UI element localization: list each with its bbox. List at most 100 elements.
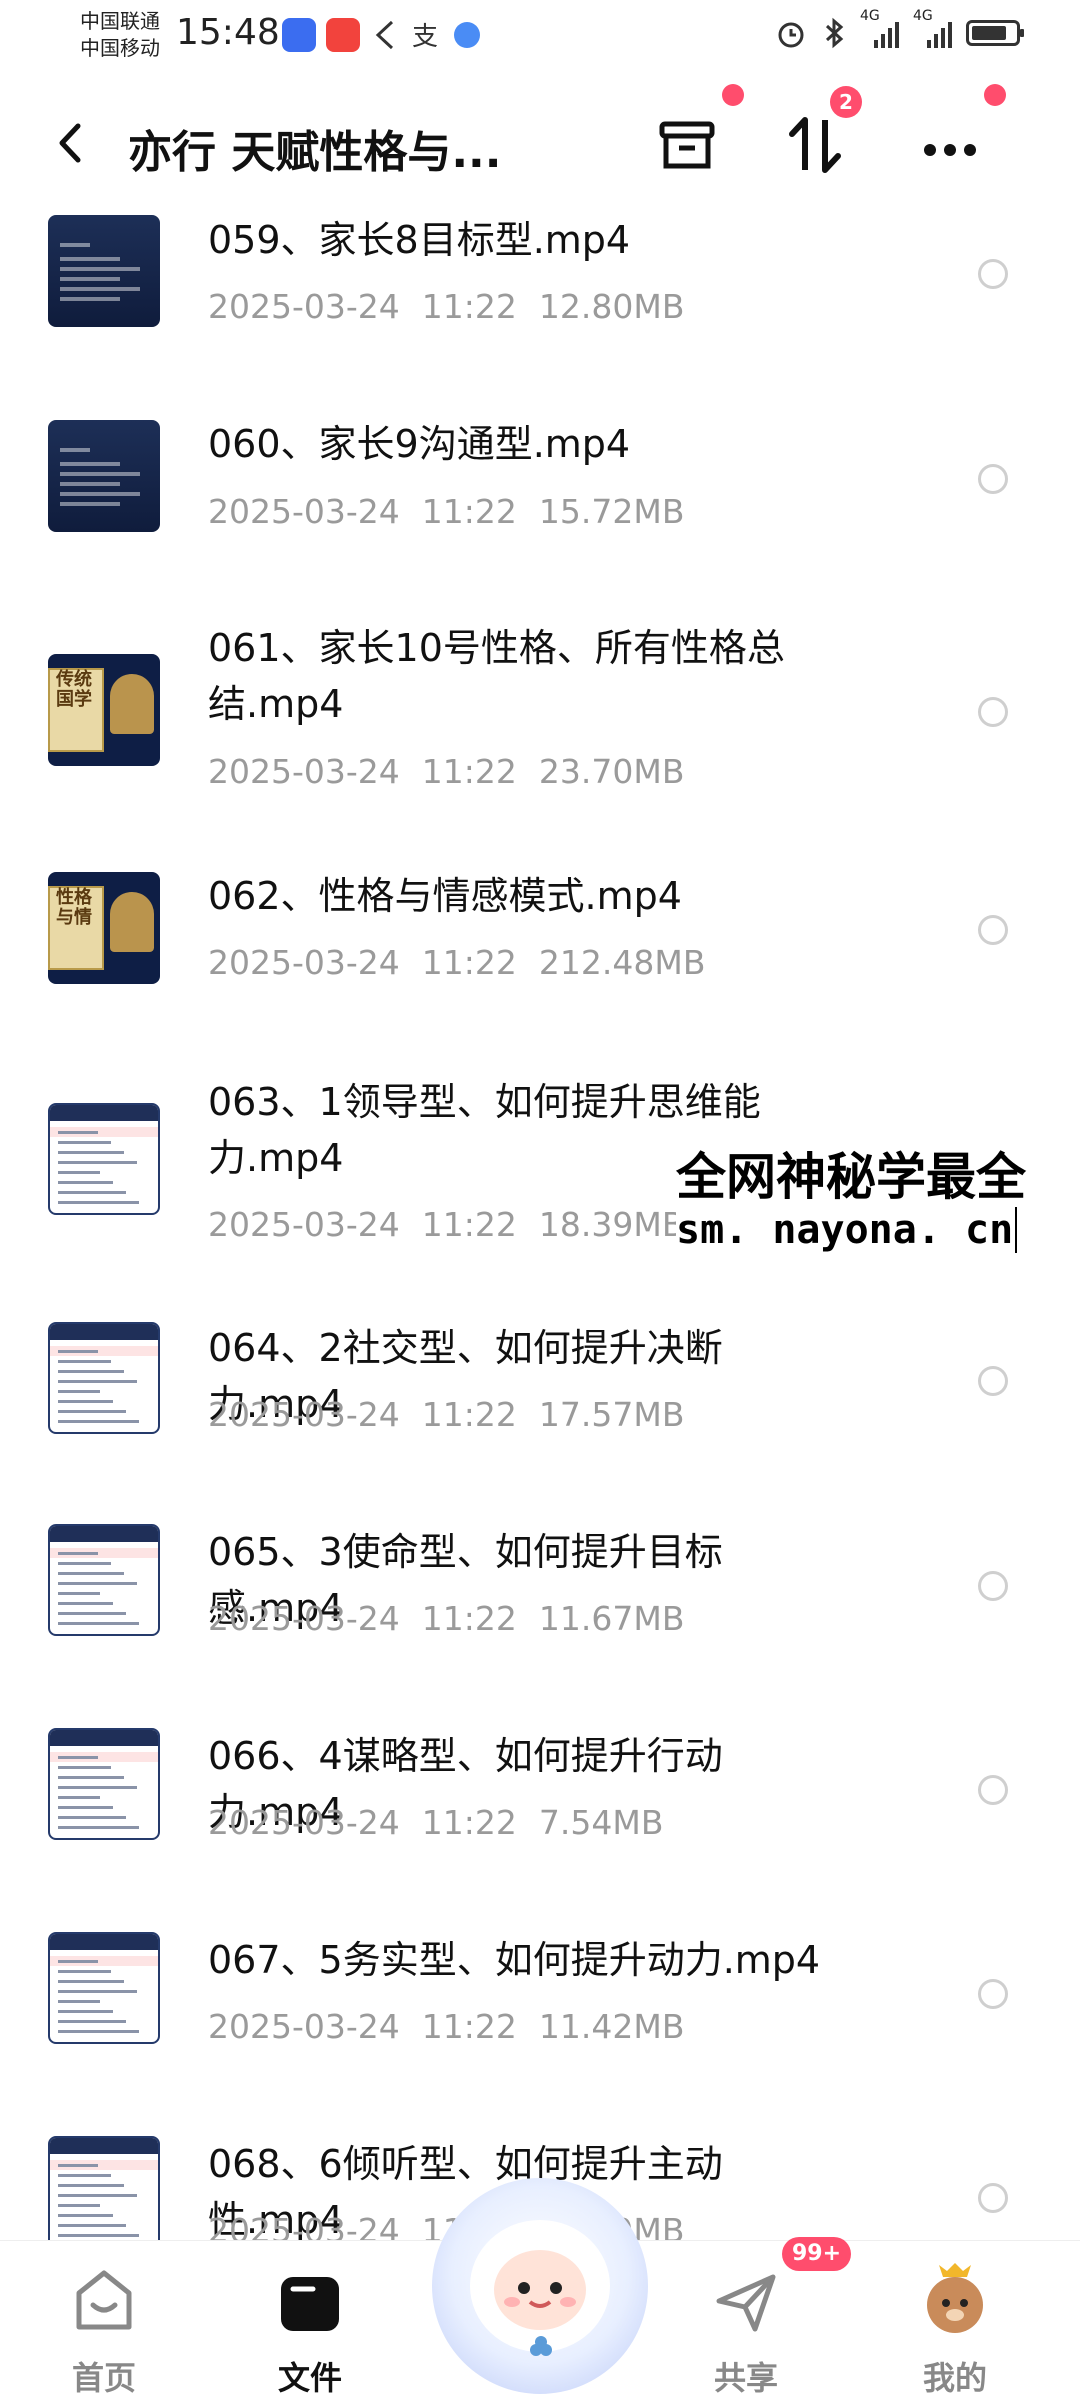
thumbnail-text-line [58,1766,111,1769]
thumbnail-text-line [58,2020,126,2023]
thumbnail-text-line [58,1161,137,1164]
file-date: 2025-03-24 [208,943,400,982]
thumbnail-header-bar [50,1526,158,1542]
select-radio[interactable] [978,464,1008,494]
paper-plane-icon [716,2274,776,2332]
video-thumbnail [48,420,160,532]
thumbnail-header-bar [50,1730,158,1746]
thumbnail-text-line [58,1151,124,1154]
mascot-icon [470,2220,610,2356]
file-time: 11:22 [421,1205,517,1244]
assistant-mascot-button[interactable] [432,2178,648,2394]
thumbnail-text-line [58,1796,100,1799]
thumbnail-text-line [58,1602,113,1605]
file-size: 17.57MB [538,1395,685,1434]
app-notification-icon [326,18,360,52]
more-options-icon[interactable] [915,110,985,180]
thumbnail-text-line [58,2214,113,2217]
nav-mine[interactable]: 我的 [895,2261,1015,2397]
thumbnail-text-line [58,2194,137,2197]
select-radio[interactable] [978,1571,1008,1601]
thumbnail-text-line [58,1786,137,1789]
watermark-line-2: sm. nayona. cn [676,1207,1018,1253]
file-name: 061、家长10号性格、所有性格总结.mp4 [208,626,785,726]
select-radio[interactable] [978,1366,1008,1396]
thumbnail-text-line [58,2030,139,2033]
thumbnail-caption: 传统 [56,669,92,690]
select-radio[interactable] [978,2183,1008,2213]
browser-notification-icon [454,22,480,48]
select-radio[interactable] [978,915,1008,945]
nav-share[interactable]: 共享 [686,2261,806,2397]
nav-files-label: 文件 [277,2359,342,2397]
thumbnail-caption: 国学 [56,689,92,710]
video-thumbnail [48,1322,160,1434]
file-size: 18.39MB [538,1205,685,1244]
svg-text:支: 支 [412,22,438,52]
sort-icon[interactable] [780,110,850,180]
thumbnail-text-line [58,1622,139,1625]
file-meta: 2025-03-24 11:22 12.80MB [208,287,684,326]
file-date: 2025-03-24 [208,2007,400,2046]
thumbnail-caption: 与情 [56,907,92,928]
thumbnail-decoration [110,674,154,734]
thumbnail-text-line [58,1970,111,1973]
thumbnail-text-line [58,1572,124,1575]
thumbnail-text-line [58,1360,111,1363]
select-radio[interactable] [978,1979,1008,2009]
file-meta: 2025-03-24 11:22 11.67MB [208,1599,684,1638]
video-thumbnail [48,2136,160,2248]
thumbnail-text-line [58,1370,124,1373]
thumbnail-text-line [58,1826,139,1829]
nav-files[interactable]: 文件 [250,2261,370,2397]
nav-home[interactable]: 首页 [44,2261,164,2397]
thumbnail-text-line [58,1181,113,1184]
thumbnail-text-line [60,297,120,301]
back-arrow-icon[interactable] [50,118,90,168]
system-icons: 4G 4G [774,8,1024,50]
thumbnail-text-line [58,1592,100,1595]
thumbnail-text-line [58,1960,98,1963]
bluetooth-icon [825,17,844,49]
file-size: 15.72MB [538,492,685,531]
share-badge: 99+ [782,2237,852,2271]
select-radio[interactable] [978,259,1008,289]
thumbnail-text-line [58,2224,126,2227]
thumbnail-text-line [58,1816,126,1819]
folder-icon [281,2277,339,2331]
thumbnail-text-line [58,1776,124,1779]
notification-icons: 支 [282,18,480,52]
avatar-icon [927,2263,983,2333]
thumbnail-header-bar [50,1324,158,1340]
thumbnail-text-line [58,1390,100,1393]
file-time: 11:22 [421,287,517,326]
thumbnail-text-line [60,277,120,281]
thumbnail-text-line [58,1380,137,1383]
file-meta: 2025-03-24 11:22 23.70MB [208,752,684,791]
thumbnail-text-line [58,1201,139,1204]
thumbnail-text-line [58,1400,113,1403]
thumbnail-text-line [58,2204,100,2207]
file-date: 2025-03-24 [208,287,400,326]
file-date: 2025-03-24 [208,1599,400,1638]
file-time: 11:22 [421,752,517,791]
carrier-2: 中国移动 [80,36,160,60]
select-radio[interactable] [978,1775,1008,1805]
select-radio[interactable] [978,697,1008,727]
file-date: 2025-03-24 [208,1205,400,1244]
watermark-line-1: 全网神秘学最全 [676,1148,1026,1206]
alarm-icon [778,22,804,48]
archive-box-icon[interactable] [652,110,722,180]
file-time: 11:22 [421,1599,517,1638]
network-type-2: 4G [913,8,933,24]
thumbnail-text-line [58,1410,126,1413]
thumbnail-scroll: 性格 与情 [48,886,104,970]
thumbnail-header-bar [50,2138,158,2154]
file-date: 2025-03-24 [208,1803,400,1842]
thumbnail-header-bar [50,1934,158,1950]
thumbnail-text-line [58,2234,139,2237]
video-thumbnail [48,1524,160,1636]
video-thumbnail: 传统 国学 [48,654,160,766]
nav-mine-label: 我的 [922,2359,987,2397]
file-size: 12.80MB [538,287,685,326]
